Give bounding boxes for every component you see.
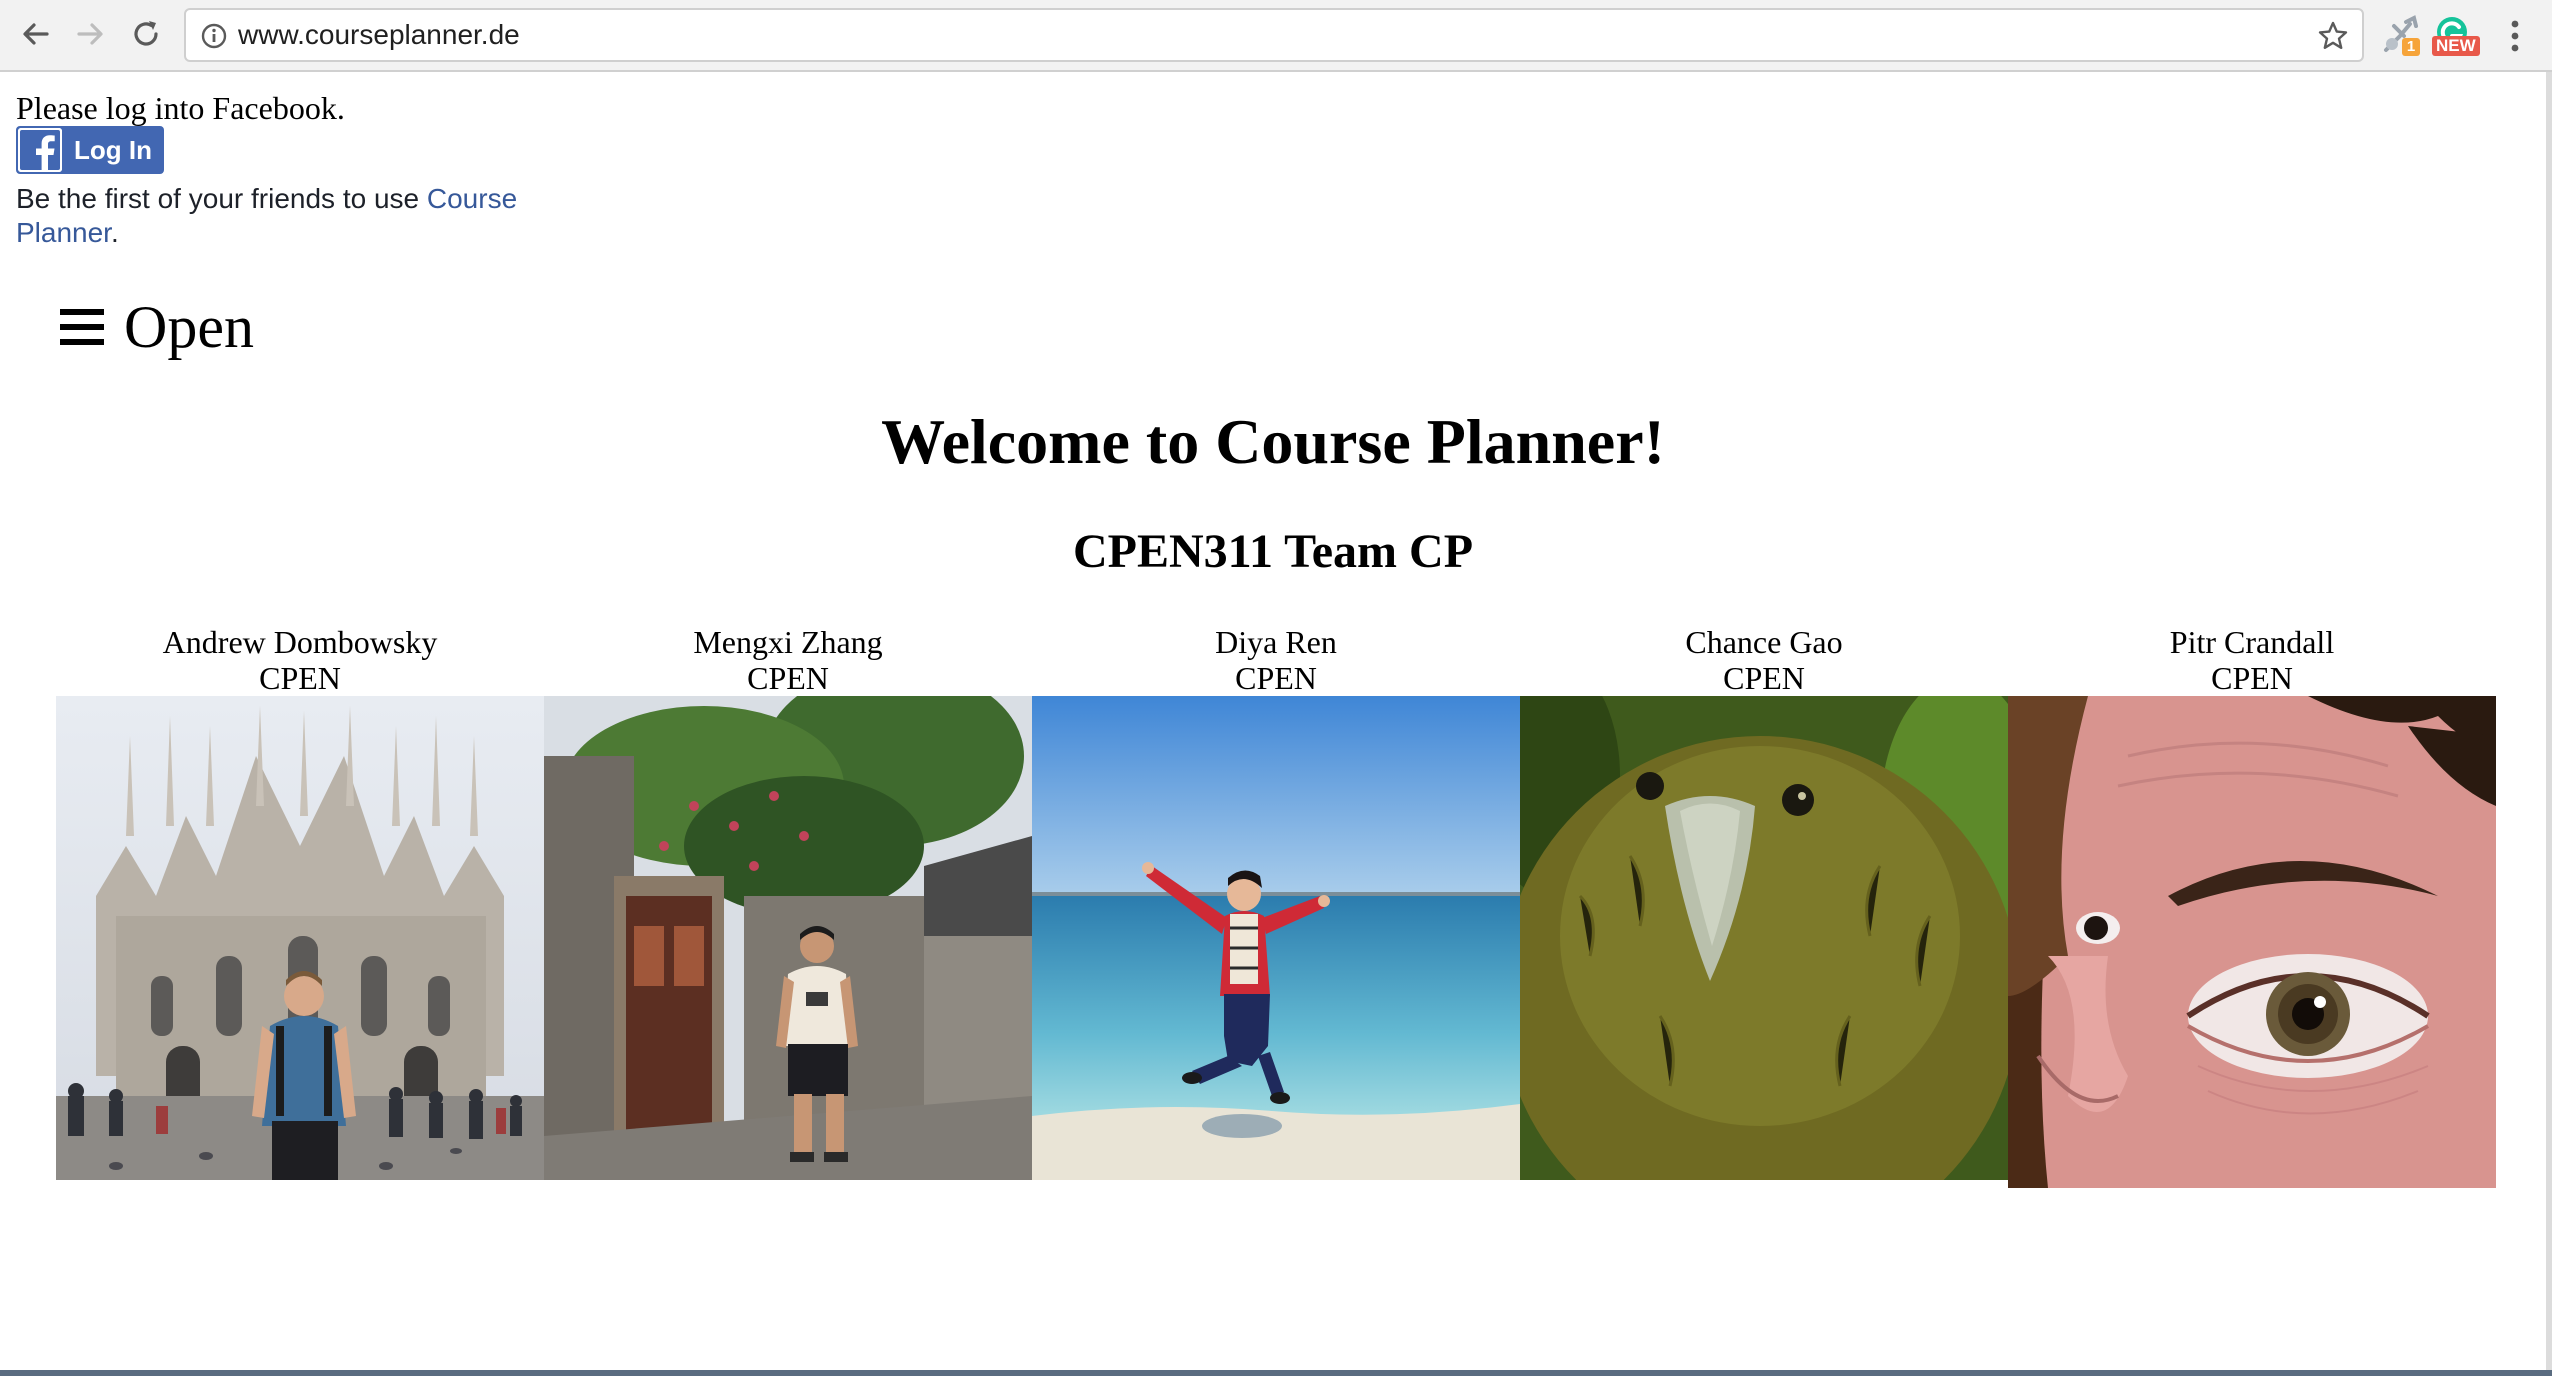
member-name: Chance Gao — [1685, 624, 1843, 660]
member-photo — [544, 696, 1032, 1180]
member-photo — [1520, 696, 2008, 1180]
member-major: CPEN — [1235, 660, 1317, 696]
team-members: Andrew Dombowsky CPEN Mengxi Zhang CPEN … — [56, 624, 2496, 1188]
facebook-login-button[interactable]: Log In — [16, 126, 164, 174]
team-heading: CPEN311 Team CP — [1072, 525, 1474, 578]
extension-count-badge: 1 — [2402, 38, 2420, 56]
member-name: Diya Ren — [1215, 624, 1337, 660]
facebook-login-label: Log In — [74, 134, 152, 165]
member-name: Mengxi Zhang — [693, 624, 883, 660]
bookmark-star-icon[interactable] — [2316, 19, 2350, 53]
arrow-right-icon — [77, 23, 103, 45]
browser-toolbar: www.courseplanner.de 1 NEW — [0, 0, 2552, 72]
member-major: CPEN — [1723, 660, 1805, 696]
forward-button[interactable] — [68, 12, 112, 56]
member-photo — [56, 696, 544, 1180]
facebook-login-prompt: Please log into Facebook. — [16, 90, 345, 126]
member-name: Andrew Dombowsky — [162, 624, 438, 660]
team-member: Pitr Crandall CPEN — [2008, 624, 2496, 1188]
address-bar[interactable]: www.courseplanner.de — [184, 8, 2364, 62]
info-icon[interactable] — [200, 22, 228, 50]
team-member: Diya Ren CPEN — [1032, 624, 1520, 1188]
member-photo — [2008, 696, 2496, 1188]
page-scroll-edge — [2546, 72, 2552, 1376]
page-title: Welcome to Course Planner! — [881, 406, 1665, 477]
member-major: CPEN — [259, 660, 341, 696]
team-member: Mengxi Zhang CPEN — [544, 624, 1032, 1188]
member-major: CPEN — [747, 660, 829, 696]
new-badge: NEW — [2432, 36, 2480, 56]
url-text[interactable]: www.courseplanner.de — [238, 18, 520, 52]
reload-button[interactable] — [124, 12, 168, 56]
social-context-prefix: Be the first of your friends to use — [16, 183, 427, 214]
browser-menu-icon[interactable] — [2500, 16, 2530, 56]
page-viewport: Please log into Facebook. Log In Be the … — [0, 72, 2546, 1370]
facebook-social-context: Be the first of your friends to use Cour… — [16, 182, 536, 250]
member-name: Pitr Crandall — [2169, 624, 2335, 660]
member-major: CPEN — [2211, 660, 2293, 696]
arrow-left-icon — [23, 23, 49, 45]
team-member: Chance Gao CPEN — [1520, 624, 2008, 1188]
social-context-suffix: . — [110, 217, 119, 248]
member-photo — [1032, 696, 1520, 1180]
team-member: Andrew Dombowsky CPEN — [56, 624, 544, 1188]
window-bottom-edge — [0, 1370, 2552, 1376]
open-sidebar-button[interactable]: Open — [58, 292, 254, 362]
back-button[interactable] — [14, 12, 58, 56]
hamburger-menu-icon — [60, 309, 104, 345]
open-label: Open — [124, 294, 254, 360]
facebook-logo-icon — [18, 128, 62, 172]
reload-icon — [134, 21, 158, 46]
